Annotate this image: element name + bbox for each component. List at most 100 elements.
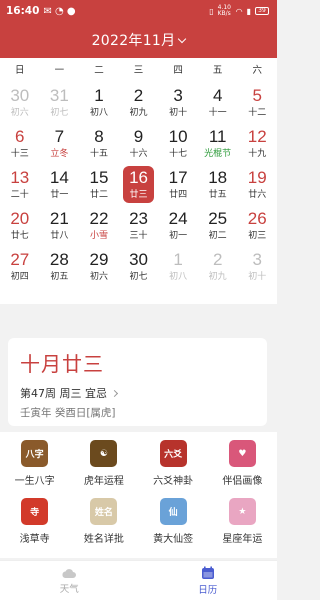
day-number: 1 (173, 250, 183, 269)
lunar-day-label: 初二 (208, 231, 227, 241)
day-number: 29 (89, 250, 109, 269)
app-label: 一生八字 (14, 476, 55, 487)
calendar-day[interactable]: 30 初七 (119, 247, 159, 288)
calendar-day[interactable]: 4 十一 (198, 83, 238, 124)
app-label: 姓名详批 (83, 534, 124, 545)
day-number: 12 (247, 127, 267, 146)
weekday-label: 三 (133, 65, 144, 76)
day-number: 6 (15, 127, 25, 146)
calendar-day[interactable]: 2 初九 (198, 247, 238, 288)
day-number: 24 (168, 209, 188, 228)
calendar-day[interactable]: 25 初二 (198, 206, 238, 247)
calendar-day[interactable]: 11 光棍节 (198, 124, 238, 165)
day-number: 13 (10, 168, 30, 187)
calendar-day[interactable]: 24 初一 (158, 206, 198, 247)
app-row: 八字 一生八字 ☯ 虎年运程 六爻 六爻神卦 ♥ 伴侣画像 (0, 432, 277, 490)
calendar-day[interactable]: 23 三十 (119, 206, 159, 247)
calendar-day[interactable]: 26 初三 (237, 206, 277, 247)
tab-weather[interactable]: 天气 (0, 561, 139, 600)
calendar-day[interactable]: 10 十七 (158, 124, 198, 165)
app-tile[interactable]: ♥ 伴侣画像 (208, 432, 277, 490)
app-tile[interactable]: 仙黄大仙签 (139, 490, 208, 548)
lunar-day-label: 初八 (89, 108, 108, 118)
calendar-day[interactable]: 2 初九 (119, 83, 159, 124)
lunar-day-label: 立冬 (50, 149, 69, 159)
day-number: 31 (49, 86, 69, 105)
bazi-icon: 八字 (21, 440, 49, 467)
app-label: 星座年运 (222, 534, 263, 545)
calendar-day[interactable]: 14 廿一 (40, 165, 80, 206)
calendar-day[interactable]: 21 廿八 (40, 206, 80, 247)
calendar-day[interactable]: 20 廿七 (0, 206, 40, 247)
zodiac-icon: ★ (228, 498, 256, 525)
calendar-day[interactable]: 28 初五 (40, 247, 80, 288)
lunar-day-label: 十九 (248, 149, 267, 159)
calendar-day[interactable]: 18 廿五 (198, 165, 238, 206)
day-number: 11 (208, 127, 227, 146)
calendar-day-today[interactable]: 16 廿三 (119, 165, 159, 206)
lunar-day-label: 廿七 (10, 231, 29, 241)
weekday-header: 日一二三四五六 (0, 58, 277, 80)
lunar-day-label: 初五 (50, 272, 69, 282)
app-tile[interactable]: ★ 星座年运 (208, 490, 277, 548)
status-time: 16:40 (6, 5, 40, 17)
day-number: 20 (10, 209, 30, 228)
week-info[interactable]: 第47周 周三 宜忌 (20, 385, 255, 401)
lunar-day-label: 十五 (89, 149, 108, 159)
app-tile[interactable]: 姓名 姓名详批 (69, 490, 138, 548)
lunar-day-label: 十七 (169, 149, 188, 159)
calendar-day[interactable]: 3 初十 (158, 83, 198, 124)
calendar-day[interactable]: 22 小雪 (79, 206, 119, 247)
calendar-day[interactable]: 19 廿六 (237, 165, 277, 206)
lunar-day-label: 初六 (10, 108, 29, 118)
calendar-day[interactable]: 29 初六 (79, 247, 119, 288)
calendar-day[interactable]: 1 初八 (79, 83, 119, 124)
lunar-day-label: 初十 (248, 272, 267, 282)
lunar-day-label: 十一 (208, 108, 227, 118)
notification-icons: ✉ ◔ ● (43, 5, 76, 17)
calendar-day[interactable]: 6 十三 (0, 124, 40, 165)
lunar-day-label: 初八 (169, 272, 188, 282)
lunar-day-label: 初一 (169, 231, 188, 241)
app-tile[interactable]: 六爻 六爻神卦 (139, 432, 208, 490)
day-number: 15 (89, 168, 109, 187)
yinyang-icon: ☯ (90, 440, 118, 467)
app-label: 浅草寺 (19, 534, 50, 545)
calendar-day[interactable]: 12 十九 (237, 124, 277, 165)
calendar-day[interactable]: 27 初四 (0, 247, 40, 288)
name-icon: 姓名 (90, 498, 118, 525)
calendar-day[interactable]: 15 廿二 (79, 165, 119, 206)
weekday-label: 六 (252, 65, 263, 76)
calendar-icon (201, 566, 214, 579)
signal-icon: ▮ (246, 6, 251, 16)
lunar-date: 十月廿三 (20, 352, 104, 376)
lunar-day-label: 初十 (169, 108, 188, 118)
calendar-days: 30 初六 31 初七 1 初八 2 初九 3 初十 4 十一 5 十二 6 十三 7 立冬 8 十五 9 十六 10 十七 1… (0, 83, 277, 288)
wifi-icon: ◠ (235, 6, 243, 16)
app-tile[interactable]: 寺浅草寺 (0, 490, 69, 548)
app-label: 伴侣画像 (222, 476, 263, 487)
day-number: 17 (168, 168, 188, 187)
calendar-day[interactable]: 17 廿四 (158, 165, 198, 206)
app-tile[interactable]: 八字 一生八字 (0, 432, 69, 490)
calendar-day[interactable]: 8 十五 (79, 124, 119, 165)
calendar-day[interactable]: 13 二十 (0, 165, 40, 206)
calendar-day[interactable]: 30 初六 (0, 83, 40, 124)
app-tile[interactable]: ☯ 虎年运程 (69, 432, 138, 490)
day-info-card[interactable]: 十月廿三 第47周 周三 宜忌 壬寅年 癸酉日[属虎] (8, 338, 267, 426)
lunar-day-label: 初九 (129, 108, 148, 118)
month-selector[interactable]: 2022年11月 (0, 30, 277, 50)
calendar-day[interactable]: 3 初十 (237, 247, 277, 288)
calendar-day[interactable]: 9 十六 (119, 124, 159, 165)
chevron-down-icon (178, 34, 187, 44)
weather-cloud-icon (62, 568, 77, 578)
calendar-day[interactable]: 5 十二 (237, 83, 277, 124)
calendar-day[interactable]: 7 立冬 (40, 124, 80, 165)
app-label: 黄大仙签 (153, 534, 194, 545)
day-number: 27 (10, 250, 30, 269)
lunar-day-label: 小雪 (89, 231, 108, 241)
tab-calendar[interactable]: 日历 (139, 561, 278, 600)
lunar-day-label: 廿一 (50, 190, 69, 200)
calendar-day[interactable]: 1 初八 (158, 247, 198, 288)
calendar-day[interactable]: 31 初七 (40, 83, 80, 124)
